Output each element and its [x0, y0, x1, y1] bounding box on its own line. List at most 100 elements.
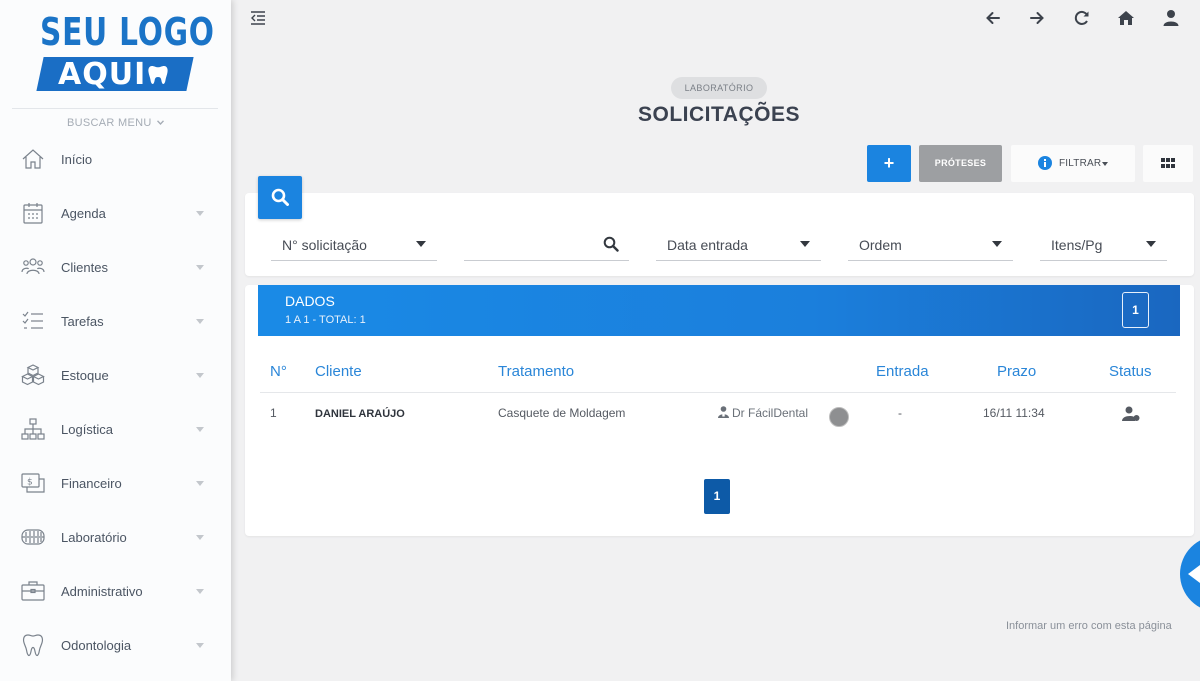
- caret-down-icon: [416, 241, 426, 247]
- itens-pg-select[interactable]: Itens/Pg: [1040, 229, 1167, 261]
- sidebar-item-logistica[interactable]: Logística: [0, 403, 231, 453]
- floating-help-button[interactable]: [1180, 536, 1200, 612]
- sidebar-item-estoque[interactable]: Estoque: [0, 349, 231, 399]
- data-entrada-label: Data entrada: [667, 237, 748, 253]
- caret-down-icon: [196, 319, 204, 324]
- svg-text:$: $: [27, 478, 33, 488]
- cell-numero: 1: [270, 406, 277, 420]
- column-header-cliente[interactable]: Cliente: [315, 363, 362, 380]
- user-icon[interactable]: [1162, 9, 1180, 27]
- cell-prazo: 16/11 11:34: [983, 406, 1045, 420]
- report-error-link[interactable]: Informar um erro com esta página: [1006, 620, 1172, 632]
- sidebar-item-tarefas[interactable]: Tarefas: [0, 295, 231, 345]
- tasks-icon: [22, 311, 43, 329]
- filter-label: FILTRAR: [1059, 158, 1102, 169]
- column-header-prazo[interactable]: Prazo: [997, 363, 1036, 380]
- sidebar-item-label: Laboratório: [61, 530, 127, 545]
- grid-view-button[interactable]: [1143, 145, 1193, 182]
- proteses-button[interactable]: PRÓTESES: [919, 145, 1002, 182]
- sidebar-item-label: Odontologia: [61, 638, 132, 653]
- page-badge[interactable]: 1: [1122, 292, 1149, 328]
- sidebar-item-financeiro[interactable]: $ Financeiro: [0, 457, 231, 507]
- search-menu-toggle[interactable]: BUSCAR MENU: [0, 117, 231, 129]
- home-icon[interactable]: [1117, 9, 1135, 27]
- arrow-left-icon: [1188, 565, 1200, 583]
- home-icon: [22, 149, 44, 169]
- column-header-tratamento[interactable]: Tratamento: [498, 363, 574, 380]
- numero-solicitacao-label: N° solicitação: [282, 237, 367, 253]
- pagination-page-1[interactable]: 1: [704, 479, 730, 514]
- column-header-status[interactable]: Status: [1109, 363, 1152, 380]
- tooth-logo-icon: [148, 66, 168, 84]
- column-header-entrada[interactable]: Entrada: [876, 363, 929, 380]
- briefcase-icon: [21, 581, 45, 601]
- data-entrada-select[interactable]: Data entrada: [656, 229, 821, 261]
- user-status-icon[interactable]: [1122, 406, 1140, 422]
- refresh-icon[interactable]: [1073, 9, 1091, 27]
- cell-tratamento: Casquete de Moldagem: [498, 406, 626, 420]
- numero-solicitacao-select[interactable]: N° solicitação: [271, 229, 437, 261]
- sidebar: SEU LOGO AQUI BUSCAR MENU Início Agenda …: [0, 0, 231, 681]
- filter-button[interactable]: FILTRAR: [1011, 145, 1135, 182]
- search-icon[interactable]: [603, 236, 619, 252]
- caret-down-icon: [800, 241, 810, 247]
- status-indicator[interactable]: [829, 407, 849, 427]
- caret-down-icon: [196, 211, 204, 216]
- add-button[interactable]: +: [867, 145, 911, 182]
- caret-down-icon: [1102, 162, 1108, 166]
- boxes-icon: [21, 364, 45, 386]
- collapse-menu-icon[interactable]: [250, 10, 266, 26]
- search-menu-label: BUSCAR MENU: [67, 117, 152, 129]
- sidebar-item-label: Financeiro: [61, 476, 122, 491]
- cell-entrada: -: [898, 406, 902, 420]
- data-count: 1 A 1 - TOTAL: 1: [285, 314, 366, 326]
- breadcrumb: LABORATÓRIO: [671, 77, 767, 99]
- data-title: DADOS: [285, 293, 335, 309]
- logo-text-bottom: AQUI: [58, 57, 147, 92]
- sidebar-item-label: Início: [61, 152, 93, 167]
- sidebar-item-label: Tarefas: [61, 314, 104, 329]
- arrow-right-icon[interactable]: [1028, 9, 1046, 27]
- logo[interactable]: SEU LOGO AQUI: [36, 10, 214, 94]
- column-header-numero[interactable]: N°: [270, 363, 287, 380]
- caret-down-icon: [196, 481, 204, 486]
- search-input[interactable]: [464, 233, 604, 257]
- doctor-icon: [718, 406, 729, 418]
- tooth-icon: [22, 634, 44, 657]
- sidebar-item-clientes[interactable]: Clientes: [0, 241, 231, 291]
- caret-down-icon: [196, 427, 204, 432]
- caret-down-icon: [1146, 241, 1156, 247]
- hierarchy-icon: [21, 418, 45, 440]
- sidebar-item-laboratorio[interactable]: Laboratório: [0, 511, 231, 561]
- calendar-icon: [23, 203, 43, 224]
- info-icon: [1038, 156, 1052, 170]
- money-icon: $: [21, 473, 45, 493]
- sidebar-item-label: Logística: [61, 422, 114, 437]
- sidebar-item-inicio[interactable]: Início: [0, 133, 231, 183]
- logo-text-top: SEU LOGO: [40, 10, 215, 54]
- chevron-down-icon: [156, 120, 164, 126]
- arrow-left-icon[interactable]: [984, 9, 1002, 27]
- dentista-name: Dr FácilDental: [732, 406, 809, 420]
- cell-dentista[interactable]: Dr FácilDental: [718, 406, 808, 420]
- sidebar-item-administrativo[interactable]: Administrativo: [0, 565, 231, 615]
- caret-down-icon: [196, 535, 204, 540]
- caret-down-icon: [196, 265, 204, 270]
- table-header-divider: [260, 392, 1176, 393]
- search-icon: [271, 188, 289, 206]
- ordem-label: Ordem: [859, 237, 902, 253]
- itens-pg-label: Itens/Pg: [1051, 237, 1103, 253]
- caret-down-icon: [196, 643, 204, 648]
- ordem-select[interactable]: Ordem: [848, 229, 1013, 261]
- search-toggle-button[interactable]: [258, 176, 302, 219]
- users-icon: [21, 258, 45, 275]
- sidebar-item-label: Agenda: [61, 206, 106, 221]
- search-field[interactable]: [464, 229, 629, 261]
- sidebar-item-label: Clientes: [61, 260, 108, 275]
- page-title: SOLICITAÇÕES: [638, 103, 800, 126]
- dentures-icon: [21, 529, 45, 545]
- sidebar-divider: [12, 108, 218, 109]
- sidebar-item-odontologia[interactable]: Odontologia: [0, 619, 231, 669]
- cell-cliente[interactable]: DANIEL ARAÚJO: [315, 408, 405, 420]
- sidebar-item-agenda[interactable]: Agenda: [0, 187, 231, 237]
